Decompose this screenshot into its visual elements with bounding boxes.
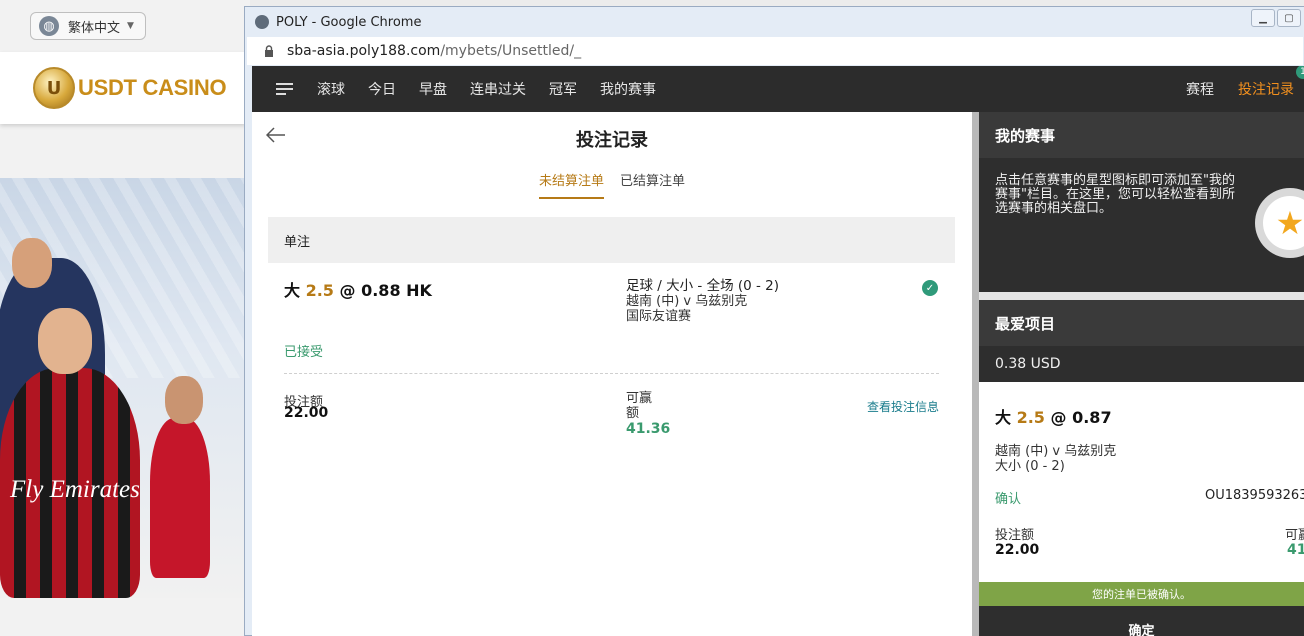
nav-my-events[interactable]: 我的赛事	[600, 79, 656, 99]
top-navigation: 滚球 今日 早盘 连串过关 冠军 我的赛事 赛程 投注记录 1	[252, 66, 1304, 112]
ok-button[interactable]: 确定	[979, 620, 1304, 636]
slip-side: 大	[995, 408, 1012, 427]
nav-bet-records-label: 投注记录	[1238, 82, 1294, 98]
window-title: POLY - Google Chrome	[276, 14, 422, 30]
sportsbook-app: 滚球 今日 早盘 连串过关 冠军 我的赛事 赛程 投注记录 1 投注记录 未结算…	[252, 66, 1304, 636]
favorites-header[interactable]: 最爱项目	[979, 300, 1304, 346]
lock-icon	[265, 45, 273, 57]
ok-area: 确定	[979, 606, 1304, 636]
slip-selection: 大 2.5 @ 0.87	[995, 404, 1112, 428]
language-selector[interactable]: ◍ 繁体中文 ▼	[30, 12, 146, 40]
url-path: /mybets/Unsettled/_	[440, 43, 582, 59]
slip-teams: 越南 (中) v 乌兹别克	[995, 444, 1117, 459]
star-button[interactable]: ★	[1255, 188, 1304, 258]
selection-odds: 0.88 HK	[361, 281, 432, 300]
my-events-title: 我的赛事	[995, 126, 1056, 145]
slip-win-value: 41	[1287, 542, 1304, 558]
minimize-button[interactable]: ▁	[1251, 9, 1275, 27]
chevron-down-icon: ▼	[127, 21, 134, 31]
selection-line: 2.5	[305, 281, 334, 300]
slip-win-label: 可赢	[1285, 528, 1304, 543]
tab-settled[interactable]: 已结算注单	[620, 170, 685, 199]
url-host: sba-asia.poly188.com	[287, 43, 441, 59]
selection-side: 大	[284, 281, 301, 300]
nav-right-group: 赛程 投注记录 1	[1186, 66, 1304, 112]
my-events-body: 点击任意赛事的星型图标即可添加至"我的赛事"栏目。在这里，您可以轻松查看到所选赛…	[979, 158, 1304, 292]
nav-schedule[interactable]: 赛程	[1186, 79, 1214, 99]
banner-player-head	[38, 308, 92, 374]
view-bet-info-link[interactable]: 查看投注信息	[867, 398, 939, 415]
promo-banner[interactable]: Fly Emirates	[0, 178, 246, 598]
page-title: 投注记录	[576, 130, 648, 151]
win-value: 41.36	[626, 421, 671, 437]
slip-stake-value: 22.00	[995, 542, 1040, 558]
section-header: 单注	[268, 217, 955, 263]
divider	[284, 373, 939, 374]
scrollbar[interactable]	[972, 112, 979, 636]
nav-parlay[interactable]: 连串过关	[470, 79, 526, 99]
my-events-header[interactable]: 我的赛事	[979, 112, 1304, 158]
bet-status: 已接受	[284, 345, 324, 360]
nav-live[interactable]: 滚球	[317, 79, 345, 99]
menu-icon[interactable]	[276, 83, 293, 95]
nav-outright[interactable]: 冠军	[549, 79, 577, 99]
banner-player-head	[12, 238, 52, 288]
stake-value: 22.00	[284, 405, 329, 421]
match-teams: 越南 (中) v 乌兹别克	[626, 294, 748, 309]
banner-player-head	[165, 376, 203, 424]
slip-line: 2.5	[1016, 408, 1045, 427]
nav-bet-records[interactable]: 投注记录 1	[1238, 66, 1304, 99]
slip-stake-label: 投注额	[995, 528, 1035, 543]
star-icon: ★	[1263, 196, 1304, 250]
confirmation-message: 您的注单已被确认。	[979, 582, 1304, 606]
bet-records-panel: 投注记录 未结算注单 已结算注单 单注 大 2.5 @ 0.88 HK 足球 /…	[252, 112, 972, 636]
globe-icon: ◍	[39, 16, 59, 36]
tab-unsettled[interactable]: 未结算注单	[538, 170, 604, 199]
window-title-bar: POLY - Google Chrome	[255, 13, 421, 31]
site-favicon-icon	[255, 15, 269, 29]
slip-status: 确认	[995, 492, 1022, 507]
logo-icon[interactable]: U	[33, 67, 75, 109]
market-name: 足球 / 大小 - 全场 (0 - 2)	[626, 278, 780, 294]
check-circle-icon: ✓	[922, 280, 938, 296]
banner-sponsor-text: Fly Emirates	[10, 476, 140, 503]
section-label: 单注	[284, 234, 311, 250]
my-events-hint: 点击任意赛事的星型图标即可添加至"我的赛事"栏目。在这里，您可以轻松查看到所选赛…	[995, 173, 1235, 216]
language-label: 繁体中文	[68, 20, 121, 36]
banner-player	[150, 418, 210, 578]
right-panel: 我的赛事 点击任意赛事的星型图标即可添加至"我的赛事"栏目。在这里，您可以轻松查…	[979, 112, 1304, 636]
slip-at: @	[1050, 408, 1067, 427]
bet-status-tabs: 未结算注单 已结算注单	[252, 170, 972, 199]
site-header: U USDT CASINO	[0, 52, 246, 124]
notification-badge: 1	[1296, 66, 1304, 79]
odds-at: @	[339, 281, 356, 300]
win-label: 可赢额	[626, 391, 653, 421]
bet-slip: 大 2.5 @ 0.87 越南 (中) v 乌兹别克 大小 (0 - 2) 确认…	[979, 382, 1304, 582]
balance-bar: 0.38 USD	[979, 346, 1304, 382]
league-name: 国际友谊赛	[626, 309, 692, 324]
bet-selection: 大 2.5 @ 0.88 HK	[284, 277, 432, 301]
address-bar[interactable]: sba-asia.poly188.com/mybets/Unsettled/_	[247, 37, 1303, 65]
nav-today[interactable]: 今日	[368, 79, 396, 99]
maximize-button[interactable]: ▢	[1277, 9, 1301, 27]
balance-value: 0.38 USD	[995, 356, 1061, 372]
slip-market: 大小 (0 - 2)	[995, 459, 1065, 474]
slip-match-info: 越南 (中) v 乌兹别克 大小 (0 - 2)	[995, 444, 1116, 474]
background-website: ◍ 繁体中文 ▼ U USDT CASINO Fly Emirates	[0, 0, 250, 636]
favorites-title: 最爱项目	[995, 314, 1056, 333]
nav-early[interactable]: 早盘	[419, 79, 447, 99]
logo-text[interactable]: USDT CASINO	[78, 75, 227, 101]
slip-odds: 0.87	[1072, 408, 1112, 427]
slip-reference: OU1839593263	[1205, 488, 1304, 503]
match-info: 足球 / 大小 - 全场 (0 - 2) 越南 (中) v 乌兹别克 国际友谊赛	[626, 278, 780, 325]
